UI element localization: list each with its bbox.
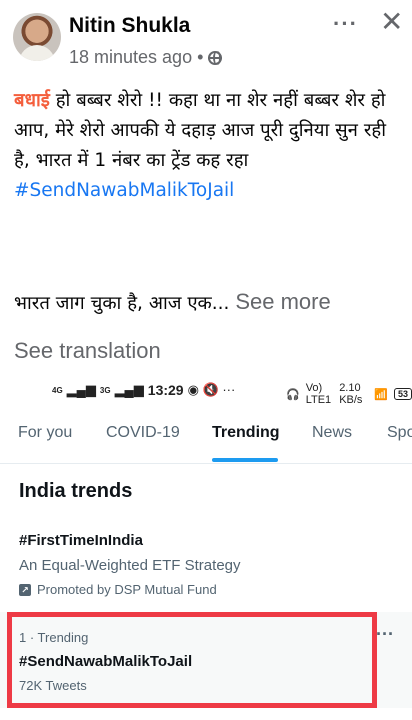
tab-covid-19[interactable]: COVID-19 [106, 424, 180, 442]
see-more-link[interactable]: See more [235, 289, 330, 314]
headphones-icon: 🎧 [286, 388, 300, 401]
network-4g: 4G [52, 385, 63, 395]
promoted-by: ↗ Promoted by DSP Mutual Fund [19, 582, 217, 597]
meta-separator: • [197, 47, 204, 67]
post-text-line2: भारत जाग चुका है, आज एक... See more [14, 289, 404, 315]
active-tab-indicator [212, 458, 278, 462]
more-dots-icon[interactable]: ··· [333, 11, 358, 37]
signal-icon: ▂▄▆ [66, 382, 96, 397]
post-keyword: बधाई [14, 90, 50, 111]
status-time: 13:29 [147, 382, 184, 398]
post-body: हो बब्बर शेरो !! कहा था ना शेर नहीं बब्ब… [14, 90, 387, 171]
explore-tabs: For you COVID-19 Trending News Spo [0, 412, 412, 464]
promoted-trend-desc: An Equal-Weighted ETF Strategy [19, 557, 241, 574]
globe-icon [208, 50, 223, 65]
battery-icon: 53 [393, 388, 412, 400]
post-header: Nitin Shukla 18 minutes ago • ··· ✕ [0, 0, 412, 74]
tab-trending[interactable]: Trending [212, 424, 280, 442]
speed-label: 2.10 KB/s [339, 382, 363, 406]
volte-label: Vo) LTE1 [305, 382, 332, 406]
wifi-icon: 📶 [374, 388, 388, 401]
embedded-status-bar: 4G ▂▄▆ 3G ▂▄▆ 13:29 ◉ 🔇 ··· 🎧 Vo) LTE1 2.1… [0, 378, 412, 406]
notification-icons: ◉ 🔇 ··· [187, 382, 236, 397]
tab-news[interactable]: News [312, 424, 352, 442]
section-title: India trends [19, 480, 133, 502]
promoted-icon: ↗ [19, 583, 31, 596]
status-right: 🎧 Vo) LTE1 2.10 KB/s 📶 53 [286, 382, 412, 406]
tab-sports[interactable]: Spo [387, 424, 412, 442]
avatar[interactable] [13, 13, 61, 61]
promoted-by-label: Promoted by DSP Mutual Fund [37, 582, 217, 597]
post-hashtag[interactable]: #SendNawabMalikToJail [14, 176, 402, 206]
trend-more-icon[interactable]: ··· [376, 624, 394, 645]
signal-icon-2: ▂▄▆ [114, 382, 144, 397]
promoted-trend-tag[interactable]: #FirstTimeInIndia [19, 532, 143, 549]
post-time[interactable]: 18 minutes ago [69, 47, 192, 68]
status-left: 4G ▂▄▆ 3G ▂▄▆ 13:29 ◉ 🔇 ··· [52, 382, 235, 398]
close-icon[interactable]: ✕ [380, 8, 403, 36]
post-text: बधाई हो बब्बर शेरो !! कहा था ना शेर नहीं… [14, 86, 402, 206]
highlight-box [7, 612, 377, 708]
see-translation-link[interactable]: See translation [14, 338, 161, 364]
author-name[interactable]: Nitin Shukla [69, 14, 190, 38]
network-3g: 3G [99, 385, 111, 395]
post-meta: 18 minutes ago • [69, 47, 223, 68]
post-body-line2: भारत जाग चुका है, आज एक... [14, 293, 230, 314]
tab-for-you[interactable]: For you [18, 424, 72, 442]
